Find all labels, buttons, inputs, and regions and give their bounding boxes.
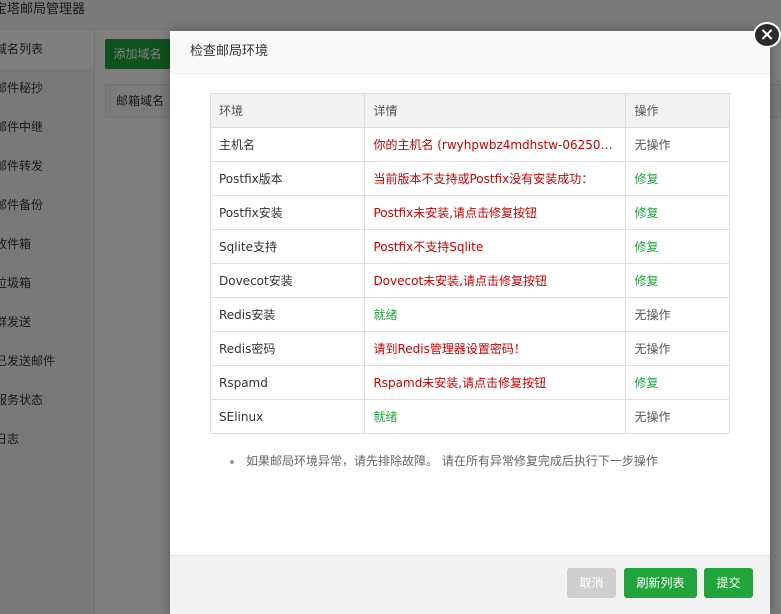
table-row: Sqlite支持 Postfix不支持Sqlite 修复 bbox=[209, 229, 730, 264]
env-name-cell: Postfix安装 bbox=[209, 195, 366, 230]
dialog-footer: 取消 刷新列表 提交 bbox=[170, 555, 770, 614]
env-detail-cell: 请到Redis管理器设置密码！ bbox=[364, 331, 627, 366]
env-name-cell: 主机名 bbox=[209, 127, 366, 162]
env-detail-cell: Postfix未安装,请点击修复按钮 bbox=[364, 195, 627, 230]
table-row: Redis密码 请到Redis管理器设置密码！ 无操作 bbox=[209, 331, 730, 366]
submit-button[interactable]: 提交 bbox=[704, 568, 753, 598]
fix-link[interactable]: 修复 bbox=[634, 376, 658, 390]
tip-text: 如果邮局环境异常，请先排除故障。 请在所有异常修复完成后执行下一步操作 bbox=[230, 452, 658, 469]
cancel-button[interactable]: 取消 bbox=[567, 568, 616, 598]
env-operation-cell: 修复 bbox=[625, 263, 730, 298]
close-icon[interactable]: × bbox=[753, 22, 781, 48]
fix-link[interactable]: 修复 bbox=[634, 206, 658, 220]
env-name-cell: Redis密码 bbox=[209, 331, 366, 366]
fix-link[interactable]: 修复 bbox=[634, 274, 658, 288]
env-detail-cell: 就绪 bbox=[364, 399, 627, 434]
refresh-list-button[interactable]: 刷新列表 bbox=[624, 568, 697, 598]
env-name-cell: Rspamd bbox=[209, 365, 366, 400]
env-operation-cell: 无操作 bbox=[625, 399, 730, 434]
no-operation-label: 无操作 bbox=[634, 342, 671, 356]
table-row: SElinux 就绪 无操作 bbox=[209, 399, 730, 434]
env-operation-cell: 修复 bbox=[625, 161, 730, 196]
table-row: Rspamd Rspamd未安装,请点击修复按钮 修复 bbox=[209, 365, 730, 400]
table-header-row: 环境 详情 操作 bbox=[209, 93, 730, 128]
no-operation-label: 无操作 bbox=[634, 308, 671, 322]
table-row: Postfix版本 当前版本不支持或Postfix没有安装成功： 修复 bbox=[209, 161, 730, 196]
no-operation-label: 无操作 bbox=[634, 410, 671, 424]
env-detail-cell: Postfix不支持Sqlite bbox=[364, 229, 627, 264]
table-row: Postfix安装 Postfix未安装,请点击修复按钮 修复 bbox=[209, 195, 730, 230]
table-row: 主机名 你的主机名 (rwyhpwbz4mdhstw-062505... 无操作 bbox=[209, 127, 730, 162]
env-detail-cell: 当前版本不支持或Postfix没有安装成功： bbox=[364, 161, 627, 196]
fix-link[interactable]: 修复 bbox=[634, 172, 658, 186]
env-operation-cell: 无操作 bbox=[625, 127, 730, 162]
environment-table-body: 主机名 你的主机名 (rwyhpwbz4mdhstw-062505... 无操作 Po… bbox=[209, 127, 730, 434]
column-header-detail: 详情 bbox=[364, 93, 627, 128]
env-detail-cell: 就绪 bbox=[364, 297, 627, 332]
env-name-cell: Sqlite支持 bbox=[209, 229, 366, 264]
fix-link[interactable]: 修复 bbox=[634, 240, 658, 254]
env-operation-cell: 修复 bbox=[625, 195, 730, 230]
env-name-cell: SElinux bbox=[209, 399, 366, 434]
env-detail-cell: Dovecot未安装,请点击修复按钮 bbox=[364, 263, 627, 298]
check-environment-dialog: 检查邮局环境 环境 详情 操作 主机名 你的主机名 (rwyhpwbz4mdhst… bbox=[170, 31, 770, 614]
table-row: Redis安装 就绪 无操作 bbox=[209, 297, 730, 332]
column-header-env: 环境 bbox=[209, 93, 366, 128]
column-header-operation: 操作 bbox=[625, 93, 730, 128]
env-name-cell: Postfix版本 bbox=[209, 161, 366, 196]
env-detail-cell: 你的主机名 (rwyhpwbz4mdhstw-062505... bbox=[364, 127, 627, 162]
table-row: Dovecot安装 Dovecot未安装,请点击修复按钮 修复 bbox=[209, 263, 730, 298]
env-operation-cell: 修复 bbox=[625, 365, 730, 400]
env-name-cell: Redis安装 bbox=[209, 297, 366, 332]
env-operation-cell: 修复 bbox=[625, 229, 730, 264]
bullet-icon bbox=[230, 459, 234, 464]
no-operation-label: 无操作 bbox=[634, 138, 671, 152]
dialog-title: 检查邮局环境 bbox=[170, 31, 770, 74]
env-detail-cell: Rspamd未安装,请点击修复按钮 bbox=[364, 365, 627, 400]
env-operation-cell: 无操作 bbox=[625, 297, 730, 332]
environment-table: 环境 详情 操作 主机名 你的主机名 (rwyhpwbz4mdhstw-06250… bbox=[209, 93, 730, 434]
env-operation-cell: 无操作 bbox=[625, 331, 730, 366]
env-name-cell: Dovecot安装 bbox=[209, 263, 366, 298]
tip-message: 如果邮局环境异常，请先排除故障。 请在所有异常修复完成后执行下一步操作 bbox=[246, 454, 658, 468]
